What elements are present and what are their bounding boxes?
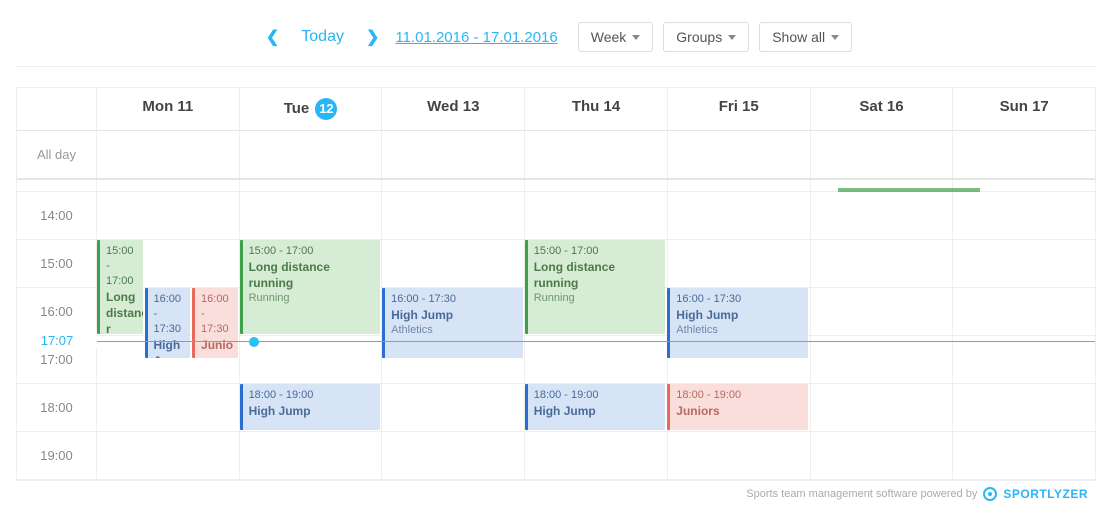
event-time: 18:00 - 19:00 [534, 388, 660, 403]
dropdown-label: Groups [676, 29, 722, 45]
allday-cell[interactable] [382, 131, 525, 178]
time-label: 19:00 [17, 432, 97, 479]
event-title: Junio [201, 337, 232, 353]
event-time: 15:00 - 17:00 [106, 244, 137, 289]
event-time: 15:00 - 17:00 [534, 244, 660, 259]
calendar-event[interactable]: 18:00 - 19:00High Jump [240, 384, 381, 430]
events-layer: 15:00 - 17:00Long distance r16:00 - 17:3… [17, 180, 1095, 480]
day-header[interactable]: Fri 15 [668, 88, 811, 130]
event-title: High Jump [676, 307, 802, 323]
calendar-event[interactable]: 16:00 - 17:30High JumpAthletics [382, 288, 523, 358]
day-column: 16:00 - 17:30High JumpAthletics [382, 180, 525, 480]
time-col-header [17, 88, 97, 130]
date-range-link[interactable]: 11.01.2016 - 17.01.2016 [395, 29, 557, 46]
brand-logo-icon [983, 487, 997, 501]
event-time: 16:00 - 17:30 [154, 292, 185, 337]
allday-cell[interactable] [811, 131, 954, 178]
footer-text: Sports team management software powered … [746, 488, 977, 500]
calendar-header-row: Mon 11Tue 12Wed 13Thu 14Fri 15Sat 16Sun … [17, 88, 1095, 130]
time-label-empty [17, 180, 97, 191]
day-column [952, 180, 1095, 480]
groups-dropdown[interactable]: Groups [663, 22, 749, 52]
calendar-event[interactable]: 16:00 - 17:30Junio [192, 288, 238, 358]
chevron-down-icon [728, 35, 736, 40]
toolbar: ❮ Today ❯ 11.01.2016 - 17.01.2016 Week G… [16, 8, 1096, 67]
chevron-down-icon [632, 35, 640, 40]
day-header[interactable]: Thu 14 [525, 88, 668, 130]
event-time: 18:00 - 19:00 [676, 388, 802, 403]
event-time: 15:00 - 17:00 [249, 244, 375, 259]
day-column [810, 180, 953, 480]
next-arrow-icon[interactable]: ❯ [360, 27, 385, 47]
time-label: 18:00 [17, 384, 97, 431]
calendar-event[interactable]: 15:00 - 17:00Long distance r [97, 240, 143, 334]
event-title: High Jump [534, 403, 660, 419]
event-title: Long distance running [534, 259, 660, 291]
event-title: Juniors [676, 403, 802, 419]
allday-cell[interactable] [525, 131, 668, 178]
allday-cell[interactable] [953, 131, 1095, 178]
day-weekday: Tue [284, 100, 310, 117]
event-title: High Jump [391, 307, 517, 323]
prev-arrow-icon[interactable]: ❮ [260, 27, 285, 47]
event-title: High Jump [249, 403, 375, 419]
event-time: 16:00 - 17:30 [391, 292, 517, 307]
allday-cell[interactable] [668, 131, 811, 178]
week-dropdown[interactable]: Week [578, 22, 654, 52]
chevron-down-icon [831, 35, 839, 40]
dropdown-label: Show all [772, 29, 825, 45]
time-label: 15:00 [17, 240, 97, 287]
calendar-event[interactable]: 16:00 - 17:30High JumpAthletics [667, 288, 808, 358]
calendar-event[interactable]: 16:00 - 17:30High J [145, 288, 191, 358]
event-title: High J [154, 337, 185, 358]
calendar-event[interactable]: 18:00 - 19:00High Jump [525, 384, 666, 430]
event-sub: Athletics [676, 323, 802, 338]
day-header[interactable]: Mon 11 [97, 88, 240, 130]
event-title: Long distance running [249, 259, 375, 291]
calendar: Mon 11Tue 12Wed 13Thu 14Fri 15Sat 16Sun … [16, 87, 1096, 481]
event-sub: Athletics [391, 323, 517, 338]
allday-row: All day [17, 130, 1095, 180]
day-column: 15:00 - 17:00Long distance runningRunnin… [240, 180, 383, 480]
event-time: 16:00 - 17:30 [676, 292, 802, 307]
footer: Sports team management software powered … [16, 481, 1096, 501]
event-sub: Running [249, 291, 375, 306]
calendar-event[interactable]: 18:00 - 19:00Juniors [667, 384, 808, 430]
time-label: 16:00 [17, 288, 97, 335]
calendar-event[interactable]: 15:00 - 17:00Long distance runningRunnin… [240, 240, 381, 334]
brand-name[interactable]: SPORTLYZER [1003, 487, 1088, 501]
allday-label: All day [17, 131, 97, 178]
event-sub: Running [534, 291, 660, 306]
day-column: 15:00 - 17:00Long distance r16:00 - 17:3… [97, 180, 240, 480]
allday-cell[interactable] [240, 131, 383, 178]
event-title: Long distance r [106, 289, 137, 334]
time-label: 14:00 [17, 192, 97, 239]
day-header[interactable]: Sat 16 [811, 88, 954, 130]
event-time: 18:00 - 19:00 [249, 388, 375, 403]
event-time: 16:00 - 17:30 [201, 292, 232, 337]
day-header[interactable]: Tue 12 [240, 88, 383, 130]
today-badge: 12 [315, 98, 337, 120]
allday-cell[interactable] [97, 131, 240, 178]
day-header[interactable]: Sun 17 [953, 88, 1095, 130]
showall-dropdown[interactable]: Show all [759, 22, 852, 52]
time-label: 17:00 [17, 336, 97, 383]
calendar-event[interactable]: 15:00 - 17:00Long distance runningRunnin… [525, 240, 666, 334]
today-button[interactable]: Today [301, 28, 344, 46]
dropdown-label: Week [591, 29, 627, 45]
day-column: 16:00 - 17:30High JumpAthletics 18:00 - 1… [667, 180, 810, 480]
day-header[interactable]: Wed 13 [382, 88, 525, 130]
calendar-grid: 14:0015:0016:0017:0018:0019:0015:00 - 17… [17, 180, 1095, 480]
day-column: 15:00 - 17:00Long distance runningRunnin… [525, 180, 668, 480]
